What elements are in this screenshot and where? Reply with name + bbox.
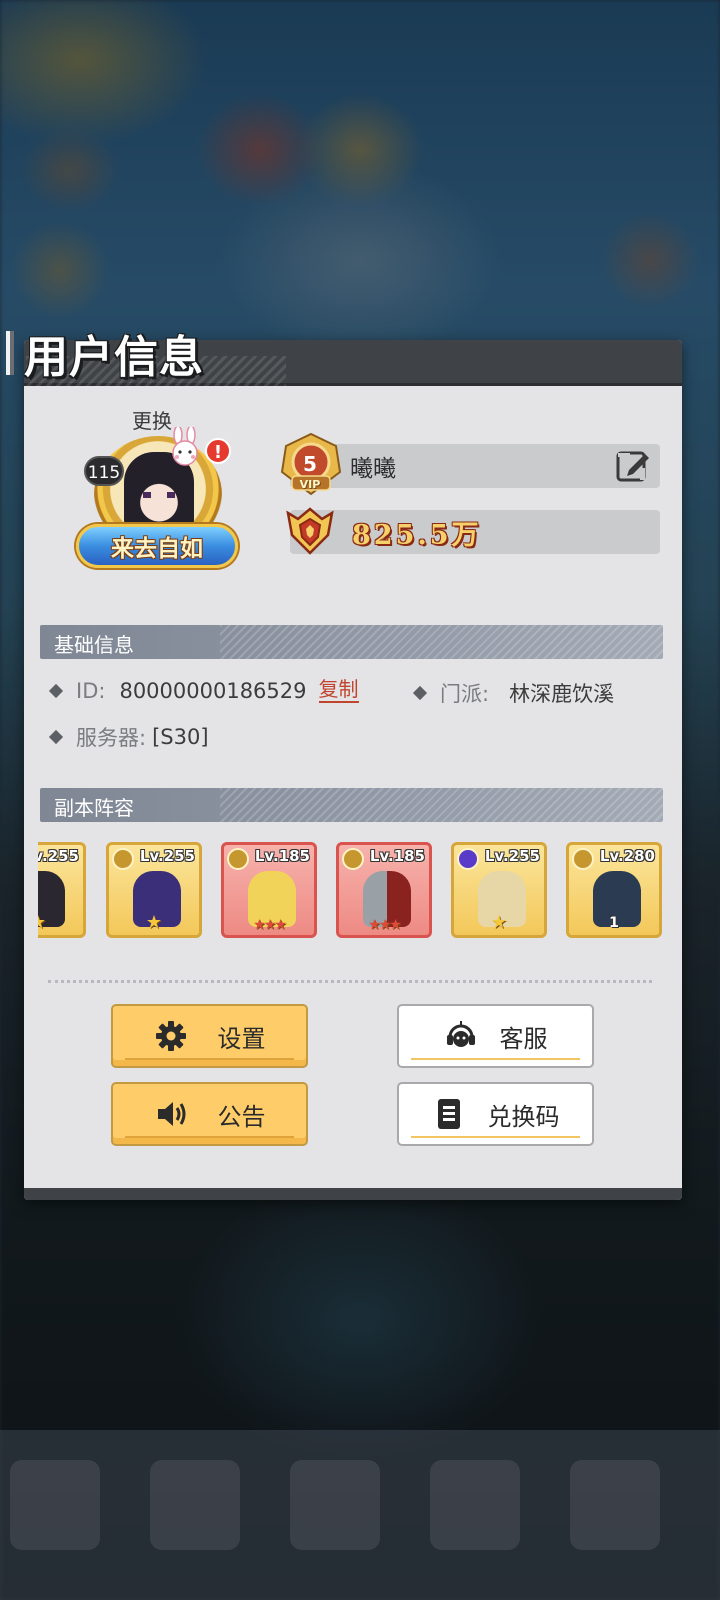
- bullet-icon: [48, 729, 64, 745]
- divider: [48, 980, 652, 983]
- announcement-button[interactable]: 公告: [111, 1082, 308, 1146]
- server-row: 服务器: [S30]: [48, 722, 209, 752]
- basic-info-header: 基础信息: [40, 625, 663, 659]
- customer-service-button[interactable]: 客服: [397, 1004, 594, 1068]
- lineup-header: 副本阵容: [40, 788, 663, 822]
- bunny-decoration-icon: [172, 427, 198, 466]
- hero-card[interactable]: Lv.280 1: [566, 842, 662, 938]
- hero-card[interactable]: Lv.255 ★: [451, 842, 547, 938]
- alert-icon: !: [205, 438, 231, 464]
- sect-label: 门派:: [440, 682, 490, 706]
- hero-card[interactable]: Lv.185 ★★★: [336, 842, 432, 938]
- vip-label: VIP: [299, 478, 321, 491]
- hero-star-icon: ★: [145, 912, 163, 933]
- settings-button[interactable]: 设置: [111, 1004, 308, 1068]
- server-label: 服务器:: [76, 726, 147, 750]
- hero-level: Lv.255: [38, 847, 79, 865]
- hero-star-icon: ★★★: [368, 917, 402, 933]
- hero-card[interactable]: Lv.255 ★: [38, 842, 86, 938]
- hero-class-icon: [572, 848, 594, 870]
- settings-label: 设置: [217, 1024, 266, 1053]
- redeem-code-label: 兑换码: [487, 1102, 560, 1131]
- basic-info-title: 基础信息: [54, 633, 134, 657]
- title-accent-bar: [6, 331, 14, 375]
- server-value: [S30]: [152, 725, 209, 749]
- id-value: 80000000186529: [119, 678, 307, 703]
- id-label: ID:: [76, 678, 106, 703]
- hero-class-icon: [227, 848, 249, 870]
- id-row: ID: 80000000186529 复制: [48, 678, 359, 703]
- hero-card[interactable]: Lv.185 ★★★: [221, 842, 317, 938]
- copy-id-button[interactable]: 复制: [318, 678, 359, 703]
- sect-row: 门派: 林深鹿饮溪: [412, 678, 614, 708]
- hero-star-icon: ★★★: [253, 917, 287, 933]
- vip-level: 5: [303, 452, 317, 476]
- hero-card[interactable]: Lv.255 ★: [106, 842, 202, 938]
- bullet-icon: [48, 683, 64, 699]
- lineup-title: 副本阵容: [54, 796, 134, 820]
- combat-power-icon: [286, 507, 334, 555]
- hero-level: Lv.255: [139, 847, 195, 865]
- bottom-nav-dimmed: [0, 1430, 720, 1600]
- player-level-badge: 115: [84, 456, 124, 486]
- speaker-icon: [157, 1102, 185, 1126]
- hero-level: Lv.280: [599, 847, 655, 865]
- hero-star-icon: ★: [38, 912, 46, 933]
- sect-value: 林深鹿饮溪: [509, 682, 615, 706]
- hero-class-icon: [112, 848, 134, 870]
- avatar-title-banner: 来去自如: [76, 524, 238, 568]
- hero-lineup-scroller[interactable]: Lv.255 ★ Lv.255 ★ Lv.185 ★★★ Lv.185 ★★★ …: [38, 840, 663, 940]
- hero-level: Lv.255: [484, 847, 540, 865]
- headset-icon: [446, 1021, 475, 1047]
- player-name-bar: [290, 444, 660, 488]
- hero-class-icon: [457, 848, 479, 870]
- hero-class-icon: [342, 848, 364, 870]
- announcement-label: 公告: [217, 1102, 266, 1131]
- player-name: 曦曦: [350, 456, 396, 482]
- panel-title: 用户信息: [24, 332, 204, 383]
- panel-footer-bar: [24, 1188, 682, 1200]
- hero-star-icon: ★: [490, 912, 508, 933]
- redeem-code-button[interactable]: 兑换码: [397, 1082, 594, 1146]
- gear-icon: [155, 1021, 186, 1051]
- bullet-icon: [412, 685, 428, 701]
- document-icon: [437, 1099, 460, 1129]
- avatar-title-text: 来去自如: [111, 536, 203, 562]
- hero-star-count: 1: [609, 915, 619, 931]
- panel-title-wrap: 用户信息: [0, 322, 300, 384]
- hero-level: Lv.185: [369, 847, 425, 865]
- hero-level: Lv.185: [254, 847, 310, 865]
- customer-service-label: 客服: [499, 1024, 548, 1053]
- combat-power-value: 825.5万: [352, 520, 482, 551]
- edit-name-icon[interactable]: [615, 448, 651, 484]
